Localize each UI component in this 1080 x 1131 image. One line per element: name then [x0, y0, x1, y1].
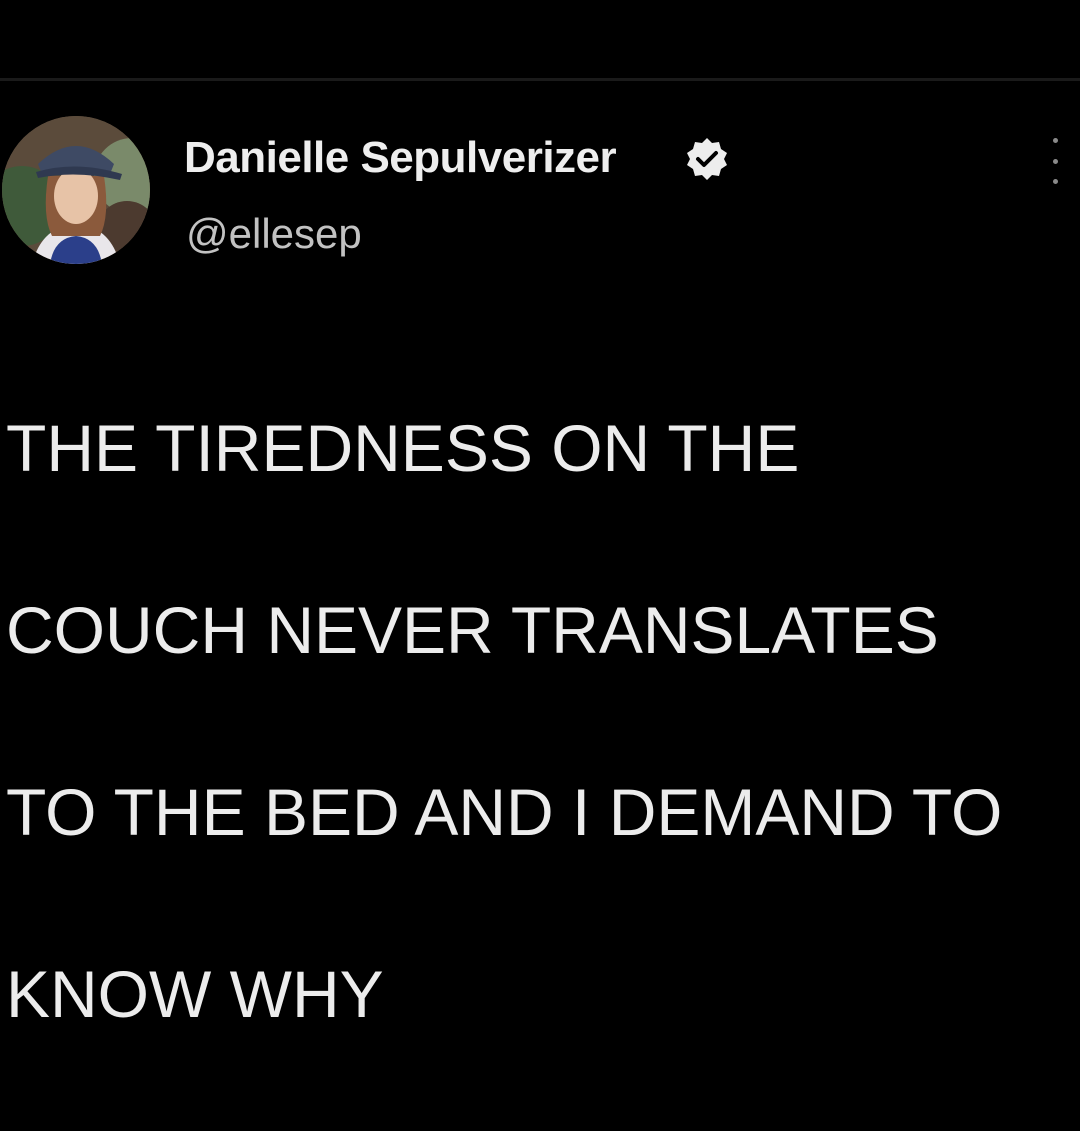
avatar[interactable]: [2, 116, 150, 264]
avatar-image: [2, 116, 150, 264]
display-name[interactable]: Danielle Sepulverizer: [184, 133, 617, 183]
tweet-card: Danielle Sepulverizer @ellesep THE TIRED…: [0, 0, 1080, 1031]
more-options-icon-dot: [1052, 158, 1058, 164]
tweet-text-line: COUCH NEVER TRANSLATES: [6, 593, 939, 667]
tweet-text-line: THE TIREDNESS ON THE: [6, 411, 800, 485]
tweet-text: THE TIREDNESS ON THE COUCH NEVER TRANSLA…: [6, 312, 1066, 1131]
handle[interactable]: @ellesep: [186, 210, 362, 258]
more-options-icon-dot: [1052, 179, 1058, 184]
tweet-text-line: KNOW WHY: [6, 957, 384, 1031]
more-options-button[interactable]: [1040, 138, 1070, 184]
tweet-text-line: TO THE BED AND I DEMAND TO: [6, 775, 1003, 849]
verified-badge-icon: [687, 138, 727, 180]
more-options-icon: [1052, 138, 1058, 143]
